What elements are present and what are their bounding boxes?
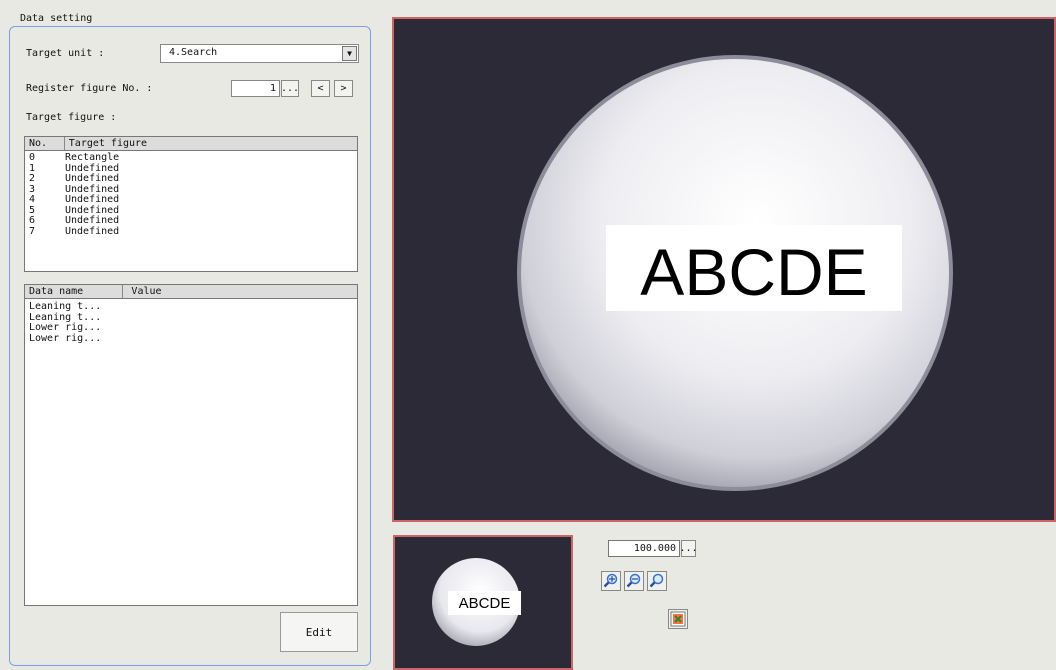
- zoom-input[interactable]: 100.000: [608, 540, 680, 557]
- thumbnail-image-view[interactable]: ABCDE: [393, 535, 573, 670]
- table-row[interactable]: Lower rig...: [25, 333, 357, 345]
- column-header-value: Value: [131, 286, 162, 297]
- zoom-browse-button[interactable]: ...: [679, 540, 698, 557]
- main-image-view[interactable]: ABCDE: [392, 17, 1056, 522]
- target-unit-value: 4.Search: [169, 47, 218, 58]
- main-image-text: ABCDE: [640, 235, 868, 309]
- target-figure-label: Target figure :: [26, 112, 117, 123]
- zoom-out-button[interactable]: [624, 571, 644, 591]
- target-figure-list[interactable]: No. Target figure 0 Rectangle 1 Undefined …: [24, 136, 358, 272]
- zoom-fit-icon: [649, 573, 664, 588]
- zoom-in-icon: [603, 573, 618, 588]
- column-header-data-name: Data name: [25, 285, 124, 298]
- list-item[interactable]: 2 Undefined: [25, 173, 357, 185]
- zoom-in-button[interactable]: [601, 571, 621, 591]
- register-figure-label: Register figure No. :: [26, 83, 153, 94]
- list-item[interactable]: 0 Rectangle: [25, 152, 357, 164]
- table-row[interactable]: Leaning t...: [25, 301, 357, 313]
- thumbnail-image-text: ABCDE: [458, 594, 511, 612]
- fit-window-button[interactable]: [668, 609, 688, 629]
- list-item[interactable]: 6 Undefined: [25, 215, 357, 227]
- zoom-fit-button[interactable]: [647, 571, 667, 591]
- target-unit-label: Target unit :: [26, 48, 105, 59]
- previous-figure-button[interactable]: <: [311, 80, 330, 97]
- chevron-down-icon[interactable]: ▼: [342, 46, 357, 61]
- edit-button[interactable]: Edit: [280, 612, 358, 652]
- zoom-out-icon: [626, 573, 641, 588]
- register-figure-browse-button[interactable]: ...: [281, 80, 299, 97]
- column-header-no: No.: [25, 137, 65, 150]
- next-figure-button[interactable]: >: [334, 80, 353, 97]
- table-row[interactable]: Lower rig...: [25, 322, 357, 334]
- list-item[interactable]: 4 Undefined: [25, 194, 357, 206]
- list-item[interactable]: 7 Undefined: [25, 226, 357, 238]
- data-setting-title: Data setting: [18, 12, 95, 26]
- register-figure-input[interactable]: 1: [231, 80, 280, 97]
- column-header-target-figure: Target figure: [68, 138, 148, 149]
- fit-window-icon: [670, 611, 686, 627]
- data-value-list[interactable]: Data name Value Leaning t... Leaning t..…: [24, 284, 358, 606]
- target-unit-select[interactable]: 4.Search ▼: [160, 44, 359, 63]
- target-figure-list-header: No. Target figure: [25, 137, 357, 151]
- data-value-list-header: Data name Value: [25, 285, 357, 299]
